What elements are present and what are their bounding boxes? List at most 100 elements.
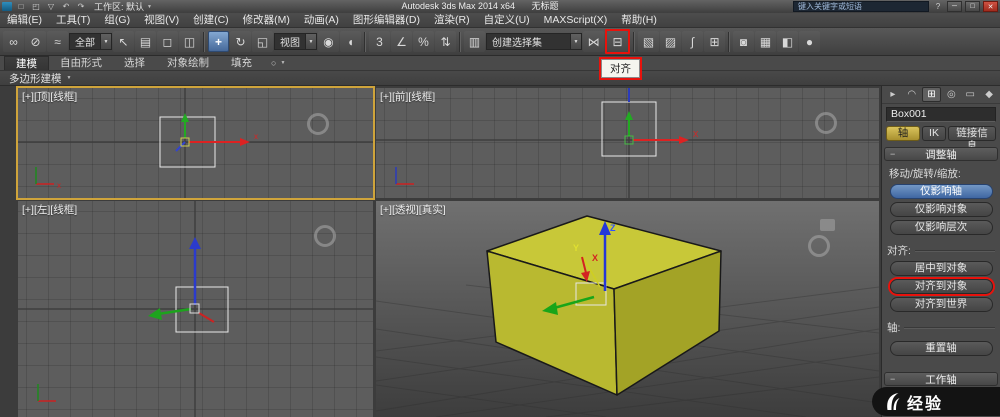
undo-icon[interactable]: ↶ (60, 1, 72, 13)
menu-views[interactable]: 视图(V) (137, 13, 186, 28)
top-viewport-gizmo: x x (18, 88, 373, 198)
subtab-ik[interactable]: IK (922, 126, 946, 141)
menu-edit[interactable]: 编辑(E) (0, 13, 49, 28)
select-by-name-icon[interactable]: ▤ (135, 31, 156, 52)
viewcube-home-icon[interactable] (820, 219, 835, 231)
selection-region-icon[interactable]: ◻ (157, 31, 178, 52)
align-to-world-button[interactable]: 对齐到世界 (889, 297, 993, 312)
viewport-front[interactable]: [+][前][线框] X (376, 88, 879, 198)
help-icon[interactable]: ? (932, 1, 944, 13)
bind-to-space-warp-icon[interactable]: ≈ (47, 31, 68, 52)
polygon-modeling-panel[interactable]: 多边形建模 (9, 71, 62, 86)
tab-selection[interactable]: 选择 (113, 56, 156, 70)
chevron-down-icon[interactable]: ▼ (67, 75, 72, 81)
tab-object-paint[interactable]: 对象绘制 (156, 56, 220, 70)
open-file-icon[interactable]: ◰ (30, 1, 42, 13)
material-editor-icon[interactable]: ◙ (733, 31, 754, 52)
app-title: Autodesk 3ds Max 2014 x64 (401, 1, 516, 11)
reset-pivot-button[interactable]: 重置轴 (889, 341, 993, 356)
select-and-link-icon[interactable]: ∞ (3, 31, 24, 52)
subtab-link-info[interactable]: 链接信息 (948, 126, 996, 152)
close-button[interactable]: ✕ (983, 1, 998, 12)
viewport-front-label[interactable]: [+][前][线框] (380, 89, 435, 104)
graphite-ribbon-toggle-icon[interactable]: ▨ (660, 31, 681, 52)
affect-object-only-button[interactable]: 仅影响对象 (889, 202, 993, 217)
menu-modifiers[interactable]: 修改器(M) (236, 13, 297, 28)
tab-populate[interactable]: 填充 (220, 56, 263, 70)
angle-snap-icon[interactable]: ∠ (391, 31, 412, 52)
menu-animation[interactable]: 动画(A) (297, 13, 346, 28)
chevron-down-icon[interactable]: ▼ (280, 60, 285, 66)
schematic-view-icon[interactable]: ⊞ (704, 31, 725, 52)
x-axis-mark (198, 312, 215, 323)
menu-maxscript[interactable]: MAXScript(X) (537, 13, 615, 28)
curve-editor-icon[interactable]: ∫ (682, 31, 703, 52)
reference-coordinate-dropdown[interactable]: 视图 ▼ (274, 33, 317, 50)
menu-customize[interactable]: 自定义(U) (477, 13, 537, 28)
tab-modify-icon[interactable]: ◠ (903, 87, 921, 102)
edit-named-selection-sets-icon[interactable]: ▥ (464, 31, 485, 52)
menu-group[interactable]: 组(G) (97, 13, 137, 28)
unlink-selection-icon[interactable]: ⊘ (25, 31, 46, 52)
maximize-button[interactable]: □ (965, 1, 980, 12)
viewport-top[interactable]: [+][顶][线框] x x (18, 88, 373, 198)
rollout-working-pivot[interactable]: − 工作轴 (884, 372, 998, 386)
viewcube-icon[interactable] (815, 112, 837, 134)
app-logo-icon[interactable] (2, 2, 12, 11)
sphere-icon[interactable]: ○ (271, 58, 276, 68)
rendered-frame-window-icon[interactable]: ◧ (777, 31, 798, 52)
viewport-top-label[interactable]: [+][顶][线框] (22, 89, 77, 104)
named-selection-set-dropdown[interactable]: 创建选择集 ▼ (486, 33, 582, 50)
window-crossing-icon[interactable]: ◫ (179, 31, 200, 52)
tab-modeling[interactable]: 建模 (4, 56, 49, 70)
menu-tools[interactable]: 工具(T) (49, 13, 97, 28)
select-and-scale-icon[interactable]: ◱ (252, 31, 273, 52)
select-and-move-icon[interactable]: + (208, 31, 229, 52)
layer-manager-icon[interactable]: ▧ (638, 31, 659, 52)
object-name-field[interactable]: Box001 (886, 107, 996, 122)
use-pivot-point-icon[interactable]: ◉ (318, 31, 339, 52)
affect-pivot-only-button[interactable]: 仅影响轴 (889, 184, 993, 199)
viewcube-icon[interactable] (314, 225, 336, 247)
align-to-object-button[interactable]: 对齐到对象 (889, 279, 993, 294)
viewport-left-label[interactable]: [+][左][线框] (22, 202, 77, 217)
tab-hierarchy-icon[interactable]: ⊞ (921, 87, 942, 102)
menu-rendering[interactable]: 渲染(R) (427, 13, 477, 28)
menu-help[interactable]: 帮助(H) (614, 13, 664, 28)
viewcube-icon[interactable] (808, 235, 830, 257)
viewport-left[interactable]: [+][左][线框] (18, 201, 373, 417)
menu-graph-editors[interactable]: 图形编辑器(D) (346, 13, 427, 28)
viewport-perspective[interactable]: [+][透视][真实] Z Y X (376, 201, 879, 417)
group-divider (904, 326, 995, 329)
center-to-object-button[interactable]: 居中到对象 (889, 261, 993, 276)
select-object-icon[interactable]: ↖ (113, 31, 134, 52)
tab-create-icon[interactable]: ▸ (884, 87, 902, 102)
render-setup-icon[interactable]: ▦ (755, 31, 776, 52)
render-production-icon[interactable]: ● (799, 31, 820, 52)
x-axis-label: X (693, 130, 699, 139)
snaps-toggle-icon[interactable]: 3 (369, 31, 390, 52)
align-icon[interactable]: ⊟ (607, 31, 628, 52)
viewport-perspective-label[interactable]: [+][透视][真实] (380, 202, 446, 217)
tab-motion-icon[interactable]: ◎ (942, 87, 960, 102)
tab-freeform[interactable]: 自由形式 (49, 56, 113, 70)
redo-icon[interactable]: ↷ (75, 1, 87, 13)
workspace-dropdown[interactable]: 工作区: 默认 ▼ (90, 0, 156, 13)
save-file-icon[interactable]: ▽ (45, 1, 57, 13)
rollout-adjust-pivot[interactable]: − 调整轴 (884, 147, 998, 161)
search-input[interactable] (793, 1, 929, 12)
new-scene-icon[interactable]: □ (15, 1, 27, 13)
menu-create[interactable]: 创建(C) (186, 13, 236, 28)
select-and-manipulate-icon[interactable]: ◖ (340, 31, 361, 52)
mirror-icon[interactable]: ⋈ (583, 31, 604, 52)
viewcube-icon[interactable] (307, 113, 329, 135)
select-and-rotate-icon[interactable]: ↻ (230, 31, 251, 52)
affect-hierarchy-only-button[interactable]: 仅影响层次 (889, 220, 993, 235)
selection-filter-dropdown[interactable]: 全部 ▼ (69, 33, 112, 50)
subtab-pivot[interactable]: 轴 (886, 126, 920, 141)
spinner-snap-icon[interactable]: ⇅ (435, 31, 456, 52)
minimize-button[interactable]: ─ (947, 1, 962, 12)
tab-utilities-icon[interactable]: ◆ (980, 87, 998, 102)
tab-display-icon[interactable]: ▭ (961, 87, 979, 102)
percent-snap-icon[interactable]: % (413, 31, 434, 52)
